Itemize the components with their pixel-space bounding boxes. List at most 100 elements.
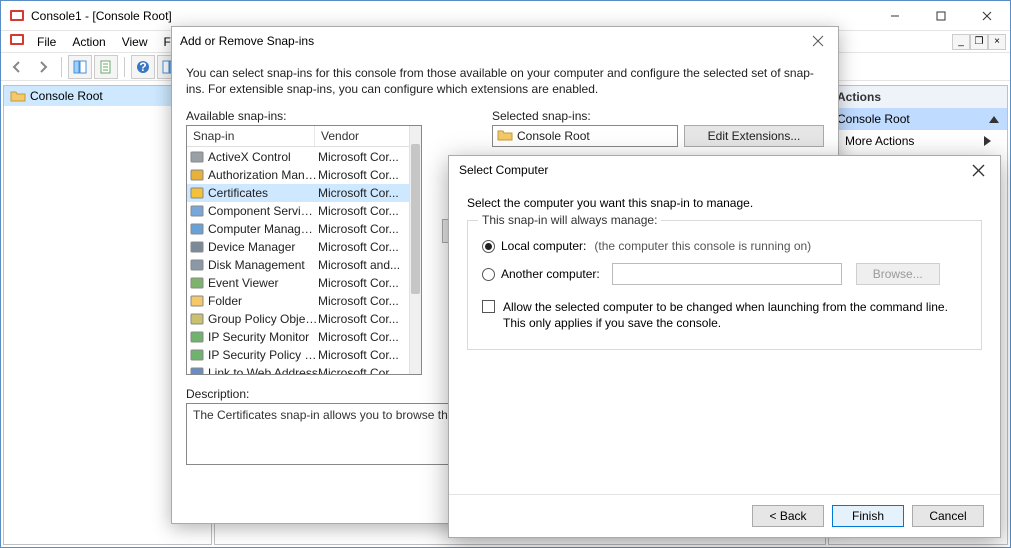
snapin-name: Link to Web Address (208, 366, 318, 374)
submenu-icon (984, 136, 991, 146)
snapin-row[interactable]: ActiveX ControlMicrosoft Cor... (187, 148, 409, 166)
snapin-row[interactable]: Authorization ManagerMicrosoft Cor... (187, 166, 409, 184)
edit-extensions-button[interactable]: Edit Extensions... (684, 125, 824, 147)
select-computer-close-button[interactable] (966, 158, 990, 182)
snapin-icon (189, 365, 205, 374)
list-scrollbar[interactable] (409, 126, 421, 374)
snapin-icon (189, 167, 205, 183)
child-restore-button[interactable]: ❐ (970, 34, 988, 50)
snapin-name: Component Services (208, 204, 318, 218)
snapin-icon (189, 203, 205, 219)
available-snapins-list[interactable]: Snap-in Vendor ActiveX ControlMicrosoft … (186, 125, 422, 375)
snapin-icon (189, 221, 205, 237)
allow-change-checkbox[interactable] (482, 300, 495, 313)
snapin-row[interactable]: Computer Managem...Microsoft Cor... (187, 220, 409, 238)
snapin-name: Device Manager (208, 240, 318, 254)
snapin-icon (189, 293, 205, 309)
snapin-icon (189, 257, 205, 273)
snapin-vendor: Microsoft Cor... (318, 168, 409, 182)
snapin-icon (189, 239, 205, 255)
another-computer-label: Another computer: (501, 267, 600, 281)
snapin-row[interactable]: Event ViewerMicrosoft Cor... (187, 274, 409, 292)
folder-icon (497, 127, 513, 146)
browse-button[interactable]: Browse... (856, 263, 940, 285)
finish-button[interactable]: Finish (832, 505, 904, 527)
actions-more-label: More Actions (845, 134, 914, 148)
snapin-name: Disk Management (208, 258, 318, 272)
select-computer-intro: Select the computer you want this snap-i… (467, 196, 982, 210)
snapin-vendor: Microsoft Cor... (318, 186, 409, 200)
available-snapins-label: Available snap-ins: (186, 109, 422, 123)
snapin-vendor: Microsoft Cor... (318, 366, 409, 374)
snapin-row[interactable]: Component ServicesMicrosoft Cor... (187, 202, 409, 220)
snapin-name: IP Security Policy M... (208, 348, 318, 362)
snapin-name: Certificates (208, 186, 318, 200)
menu-view[interactable]: View (114, 33, 156, 51)
groupbox-legend: This snap-in will always manage: (478, 213, 661, 227)
actions-selected-node[interactable]: Console Root (829, 108, 1007, 130)
another-computer-radio[interactable] (482, 268, 495, 281)
select-computer-titlebar[interactable]: Select Computer (449, 156, 1000, 184)
local-computer-hint: (the computer this console is running on… (594, 239, 811, 253)
select-computer-footer: < Back Finish Cancel (449, 494, 1000, 537)
snapin-icon (189, 329, 205, 345)
snapin-row[interactable]: Link to Web AddressMicrosoft Cor... (187, 364, 409, 374)
local-computer-label: Local computer: (501, 239, 586, 253)
snapin-vendor: Microsoft Cor... (318, 348, 409, 362)
svg-text:?: ? (139, 60, 146, 74)
snapin-name: Computer Managem... (208, 222, 318, 236)
snapin-row[interactable]: IP Security Policy M...Microsoft Cor... (187, 346, 409, 364)
snapin-name: ActiveX Control (208, 150, 318, 164)
scrollbar-thumb[interactable] (411, 144, 420, 294)
snapin-vendor: Microsoft Cor... (318, 150, 409, 164)
snapin-row[interactable]: Device ManagerMicrosoft Cor... (187, 238, 409, 256)
back-button[interactable] (5, 55, 29, 79)
snapin-vendor: Microsoft Cor... (318, 294, 409, 308)
snapin-name: Group Policy Object ... (208, 312, 318, 326)
collapse-icon (989, 116, 999, 123)
show-hide-tree-button[interactable] (68, 55, 92, 79)
selected-snapins-tree[interactable]: Console Root (492, 125, 678, 147)
tree-item-label: Console Root (30, 89, 103, 103)
actions-more[interactable]: More Actions (829, 130, 1007, 152)
snapin-row[interactable]: CertificatesMicrosoft Cor... (187, 184, 409, 202)
cancel-button[interactable]: Cancel (912, 505, 984, 527)
allow-change-label: Allow the selected computer to be change… (503, 299, 967, 331)
export-list-button[interactable] (94, 55, 118, 79)
snapin-vendor: Microsoft and... (318, 258, 409, 272)
forward-button[interactable] (31, 55, 55, 79)
selected-root-label: Console Root (517, 129, 590, 143)
snapin-vendor: Microsoft Cor... (318, 222, 409, 236)
maximize-button[interactable] (918, 1, 964, 31)
help-button[interactable]: ? (131, 55, 155, 79)
dialog-intro-text: You can select snap-ins for this console… (186, 65, 824, 97)
back-button[interactable]: < Back (752, 505, 824, 527)
dialog-titlebar[interactable]: Add or Remove Snap-ins (172, 27, 838, 55)
actions-selected-label: Console Root (837, 112, 910, 126)
menu-action[interactable]: Action (64, 33, 113, 51)
actions-header: Actions (829, 86, 1007, 108)
close-button[interactable] (964, 1, 1010, 31)
another-computer-input[interactable] (612, 263, 842, 285)
snapin-row[interactable]: Disk ManagementMicrosoft and... (187, 256, 409, 274)
snapin-name: IP Security Monitor (208, 330, 318, 344)
local-computer-radio[interactable] (482, 240, 495, 253)
snapin-row[interactable]: Group Policy Object ...Microsoft Cor... (187, 310, 409, 328)
window-title: Console1 - [Console Root] (31, 9, 872, 23)
col-header-snapin[interactable]: Snap-in (187, 126, 315, 146)
snapin-row[interactable]: IP Security MonitorMicrosoft Cor... (187, 328, 409, 346)
snapin-vendor: Microsoft Cor... (318, 330, 409, 344)
col-header-vendor[interactable]: Vendor (315, 126, 421, 146)
minimize-button[interactable] (872, 1, 918, 31)
snapin-icon (189, 311, 205, 327)
mmc-icon (9, 8, 25, 24)
snapin-icon (189, 185, 205, 201)
snapin-vendor: Microsoft Cor... (318, 240, 409, 254)
child-minimize-button[interactable]: _ (952, 34, 970, 50)
child-close-button[interactable]: × (988, 34, 1006, 50)
select-computer-title: Select Computer (459, 163, 966, 177)
dialog-close-button[interactable] (806, 29, 830, 53)
snapin-row[interactable]: FolderMicrosoft Cor... (187, 292, 409, 310)
menu-file[interactable]: File (29, 33, 64, 51)
snapin-vendor: Microsoft Cor... (318, 204, 409, 218)
